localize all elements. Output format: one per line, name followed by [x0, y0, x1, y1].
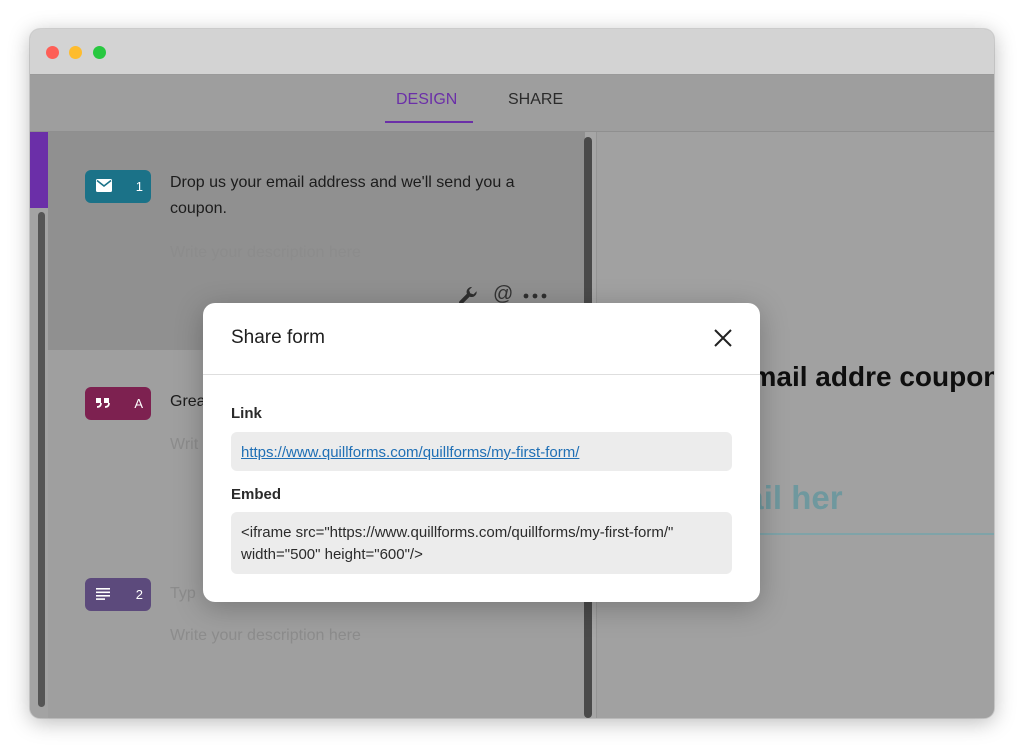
tab-design[interactable]: DESIGN: [396, 91, 457, 109]
left-scrollbar[interactable]: [38, 212, 45, 707]
minimize-window-button[interactable]: [69, 46, 82, 59]
block-title[interactable]: Drop us your email address and we'll sen…: [170, 170, 555, 222]
quote-icon: [96, 398, 110, 408]
tab-active-indicator: [385, 121, 473, 123]
zoom-window-button[interactable]: [93, 46, 106, 59]
block-number: 1: [135, 179, 143, 194]
active-block-indicator: [30, 132, 48, 208]
top-nav: DESIGN SHARE: [30, 75, 994, 132]
block-description[interactable]: Write your description here: [170, 627, 361, 645]
more-icon[interactable]: [523, 293, 547, 299]
embed-code-field[interactable]: <iframe src="https://www.quillforms.com/…: [231, 512, 732, 574]
text-lines-icon: [96, 588, 110, 600]
block-badge-email[interactable]: 1: [85, 170, 151, 203]
close-window-button[interactable]: [46, 46, 59, 59]
mail-icon: [96, 179, 112, 192]
share-link[interactable]: https://www.quillforms.com/quillforms/my…: [241, 444, 579, 461]
block-description[interactable]: Writ: [170, 436, 198, 454]
modal-header: Share form: [203, 303, 760, 375]
block-description[interactable]: Write your description here: [170, 244, 361, 262]
link-label: Link: [231, 405, 262, 422]
modal-title: Share form: [231, 327, 325, 348]
embed-label: Embed: [231, 486, 282, 503]
tab-share[interactable]: SHARE: [508, 91, 563, 109]
close-icon[interactable]: [710, 325, 736, 351]
share-form-modal: Share form Link https://www.quillforms.c…: [203, 303, 760, 602]
window-titlebar: [30, 29, 994, 75]
block-badge-long-text[interactable]: 2: [85, 578, 151, 611]
block-badge-statement[interactable]: A: [85, 387, 151, 420]
block-number: 2: [135, 587, 143, 602]
link-field[interactable]: https://www.quillforms.com/quillforms/my…: [231, 432, 732, 471]
block-number: A: [134, 396, 143, 411]
